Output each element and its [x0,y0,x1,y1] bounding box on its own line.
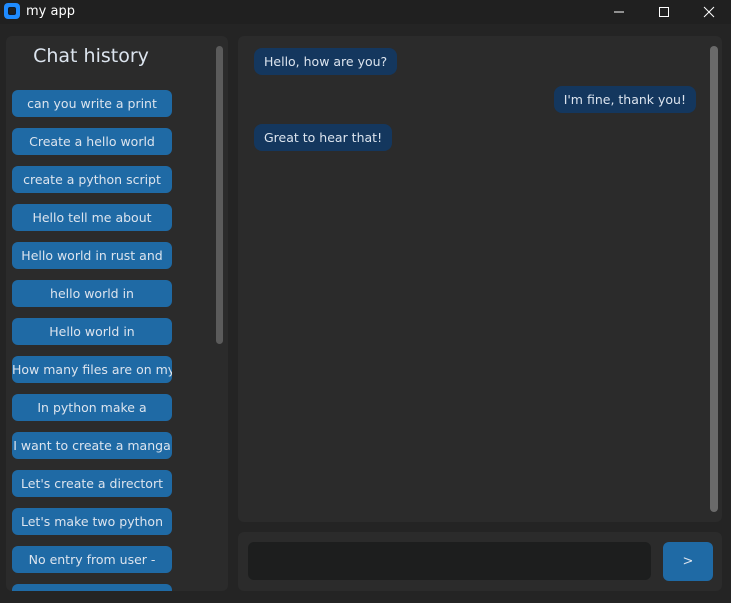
history-item[interactable] [12,584,172,591]
history-item[interactable]: hello world in [12,280,172,307]
minimize-button[interactable] [596,0,642,24]
message-bubble-user: Hello, how are you? [254,48,398,75]
title-bar: my app [0,0,731,24]
message-input[interactable] [248,542,651,580]
history-item[interactable]: In python make a [12,394,172,421]
window-title: my app [26,4,75,19]
chat-history-panel: Chat history can you write a print Creat… [6,36,228,591]
close-button[interactable] [686,0,731,24]
history-item[interactable]: Create a hello world [12,128,172,155]
maximize-icon [659,7,669,17]
sidebar-scrollbar[interactable] [216,46,223,344]
message-bubble-user: Great to hear that! [254,124,393,151]
minimize-icon [614,11,624,13]
close-icon [703,6,715,18]
chat-scrollbar[interactable] [710,46,718,512]
history-item[interactable]: No entry from user - [12,546,172,573]
maximize-button[interactable] [641,0,687,24]
input-bar: > [238,532,722,591]
history-item[interactable]: create a python script [12,166,172,193]
send-button[interactable]: > [663,542,713,581]
history-item[interactable]: Hello world in rust and [12,242,172,269]
history-item[interactable]: How many files are on my [12,356,172,383]
history-item[interactable]: can you write a print [12,90,172,117]
history-item[interactable]: Hello world in [12,318,172,345]
history-item[interactable]: I want to create a manga [12,432,172,459]
chat-area: Hello, how are you? I'm fine, thank you!… [238,36,722,522]
app-icon [4,3,20,19]
sidebar-title: Chat history [33,45,149,67]
history-item[interactable]: Let's make two python [12,508,172,535]
history-item[interactable]: Let's create a directort [12,470,172,497]
message-bubble-assistant: I'm fine, thank you! [553,86,696,113]
history-item[interactable]: Hello tell me about [12,204,172,231]
history-list: can you write a print Create a hello wor… [12,90,172,591]
